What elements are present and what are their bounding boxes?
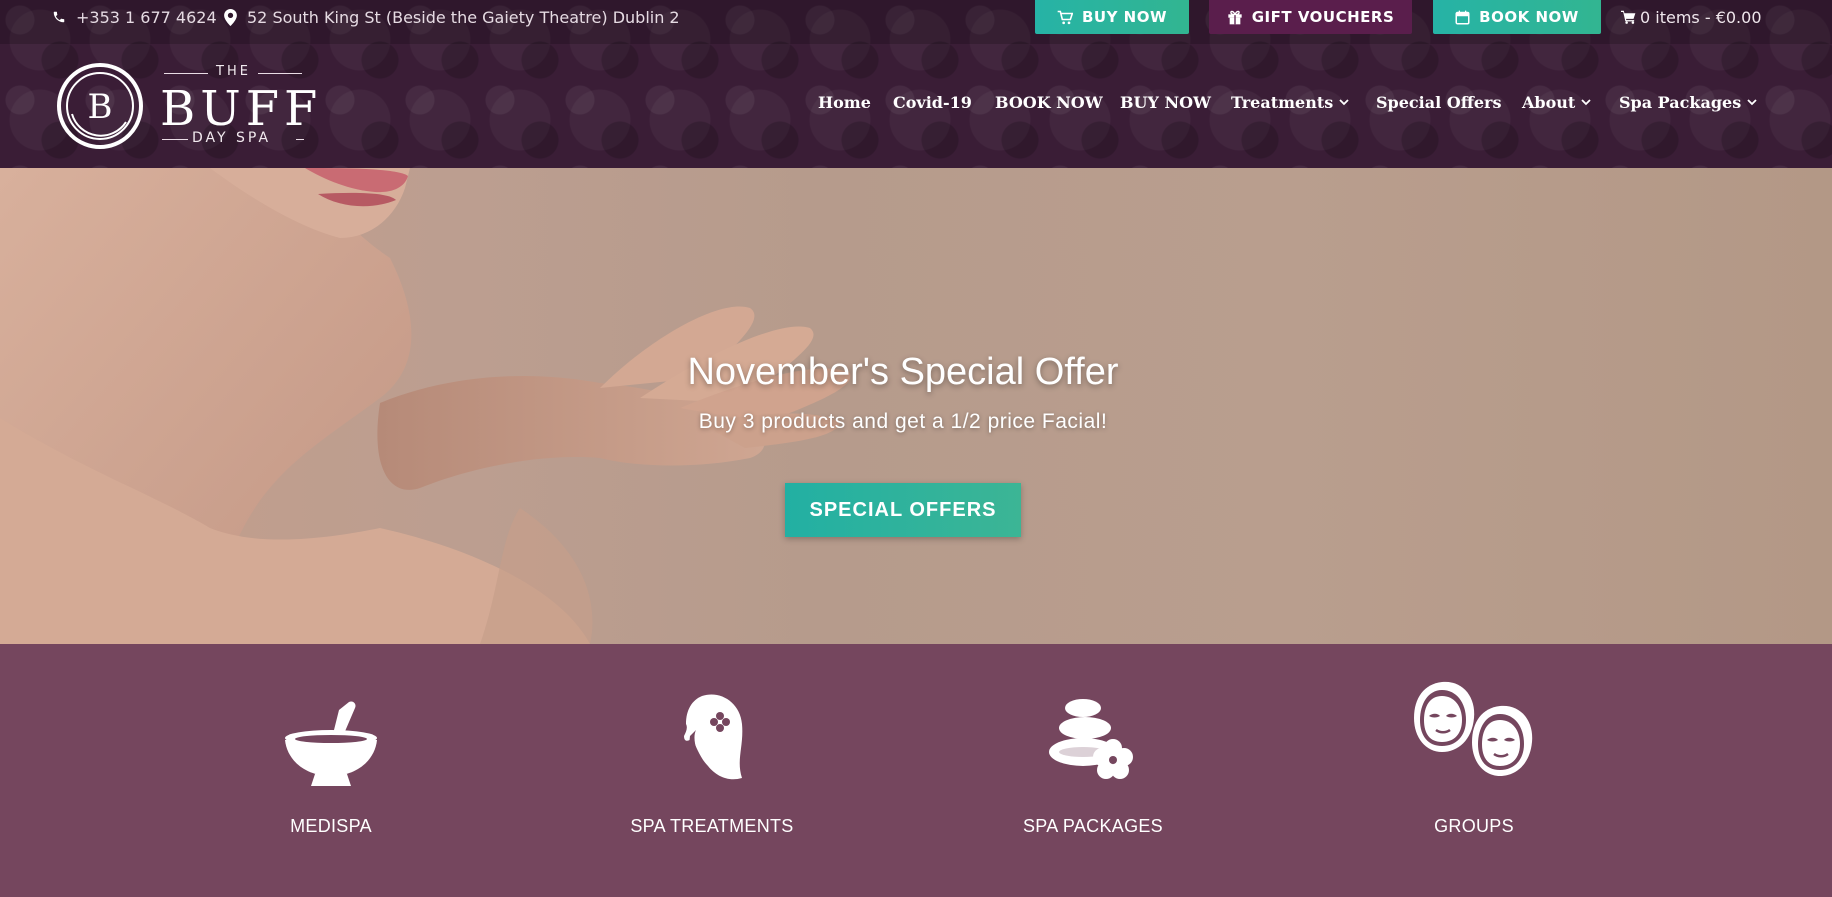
nav-home-label: Home <box>818 92 871 112</box>
shopping-cart-icon <box>1621 10 1636 24</box>
nav-book-now-label: BOOK NOW <box>995 92 1103 112</box>
nav-spa-packages-label: Spa Packages <box>1619 92 1742 112</box>
hero-photo <box>0 168 851 644</box>
feature-spa-treatments-label: SPA TREATMENTS <box>630 816 794 836</box>
face-mask-group-icon <box>1414 681 1533 776</box>
feature-groups[interactable]: GROUPS <box>1354 681 1594 836</box>
chevron-down-icon <box>1747 98 1757 105</box>
nav-covid[interactable]: Covid-19 <box>893 88 972 116</box>
mortar-pestle-icon <box>285 701 377 786</box>
nav-special-offers[interactable]: Special Offers <box>1376 88 1501 116</box>
logo-monogram-letter: B <box>88 87 113 127</box>
hero-banner: November's Special Offer Buy 3 products … <box>0 168 1832 644</box>
feature-spa-treatments[interactable]: SPA TREATMENTS <box>592 690 832 836</box>
nav-treatments[interactable]: Treatments <box>1231 88 1349 116</box>
logo-monogram-icon: B <box>57 63 143 149</box>
cart-text: 0 items - €0.00 <box>1640 7 1762 27</box>
logo-the: THE <box>216 64 251 79</box>
gift-icon <box>1228 10 1242 25</box>
nav-book-now[interactable]: BOOK NOW <box>995 88 1103 116</box>
hero-subtitle: Buy 3 products and get a 1/2 price Facia… <box>698 410 1108 433</box>
map-marker-icon <box>224 8 237 26</box>
phone-icon <box>53 11 65 23</box>
book-now-top-label: BOOK NOW <box>1479 8 1579 26</box>
nav-covid-label: Covid-19 <box>893 92 972 112</box>
nav-spa-packages[interactable]: Spa Packages <box>1619 88 1757 116</box>
nav-special-offers-label: Special Offers <box>1376 92 1502 112</box>
address-contact[interactable]: 52 South King St (Beside the Gaiety Thea… <box>224 0 680 34</box>
chevron-down-icon <box>1581 98 1591 105</box>
book-now-top-button[interactable]: BOOK NOW <box>1433 0 1601 34</box>
nav-about-label: About <box>1522 92 1576 112</box>
phone-number: +353 1 677 4624 <box>76 7 217 27</box>
nav-home[interactable]: Home <box>818 88 871 116</box>
nav-buy-now-label: BUY NOW <box>1120 92 1211 112</box>
woman-flower-icon <box>684 694 743 780</box>
feature-groups-label: GROUPS <box>1434 816 1514 836</box>
hero-title: November's Special Offer <box>687 351 1119 393</box>
feature-medispa[interactable]: MEDISPA <box>211 690 451 836</box>
spa-stones-icon <box>1049 699 1133 779</box>
chevron-down-icon <box>1339 98 1349 105</box>
phone-contact[interactable]: +353 1 677 4624 <box>52 0 217 34</box>
buy-now-top-button[interactable]: BUY NOW <box>1035 0 1189 34</box>
calendar-icon <box>1455 10 1470 24</box>
gift-vouchers-label: GIFT VOUCHERS <box>1251 8 1395 26</box>
feature-spa-packages[interactable]: SPA PACKAGES <box>973 690 1213 836</box>
logo-line-right <box>258 73 302 74</box>
logo-line-bottom-right <box>296 139 304 140</box>
buy-now-top-label: BUY NOW <box>1081 8 1168 26</box>
site-header: +353 1 677 4624 52 South King St (Beside… <box>0 0 1832 168</box>
cart-icon <box>1057 10 1073 24</box>
nav-treatments-label: Treatments <box>1231 92 1334 112</box>
feature-medispa-label: MEDISPA <box>290 816 372 836</box>
logo-line-left <box>164 73 208 74</box>
logo-subtitle: DAY SPA <box>192 130 272 146</box>
site-logo[interactable]: B THE BUFF DAY SPA <box>56 62 317 152</box>
special-offers-button[interactable]: SPECIAL OFFERS <box>785 483 1021 537</box>
address-text: 52 South King St (Beside the Gaiety Thea… <box>247 7 680 27</box>
cart-summary[interactable]: 0 items - €0.00 <box>1621 0 1762 34</box>
gift-vouchers-button[interactable]: GIFT VOUCHERS <box>1209 0 1412 34</box>
logo-line-bottom-left <box>162 139 188 140</box>
nav-about[interactable]: About <box>1522 88 1591 116</box>
nav-buy-now[interactable]: BUY NOW <box>1120 88 1211 116</box>
feature-spa-packages-label: SPA PACKAGES <box>1023 816 1163 836</box>
logo-wordmark: BUFF <box>160 81 323 137</box>
